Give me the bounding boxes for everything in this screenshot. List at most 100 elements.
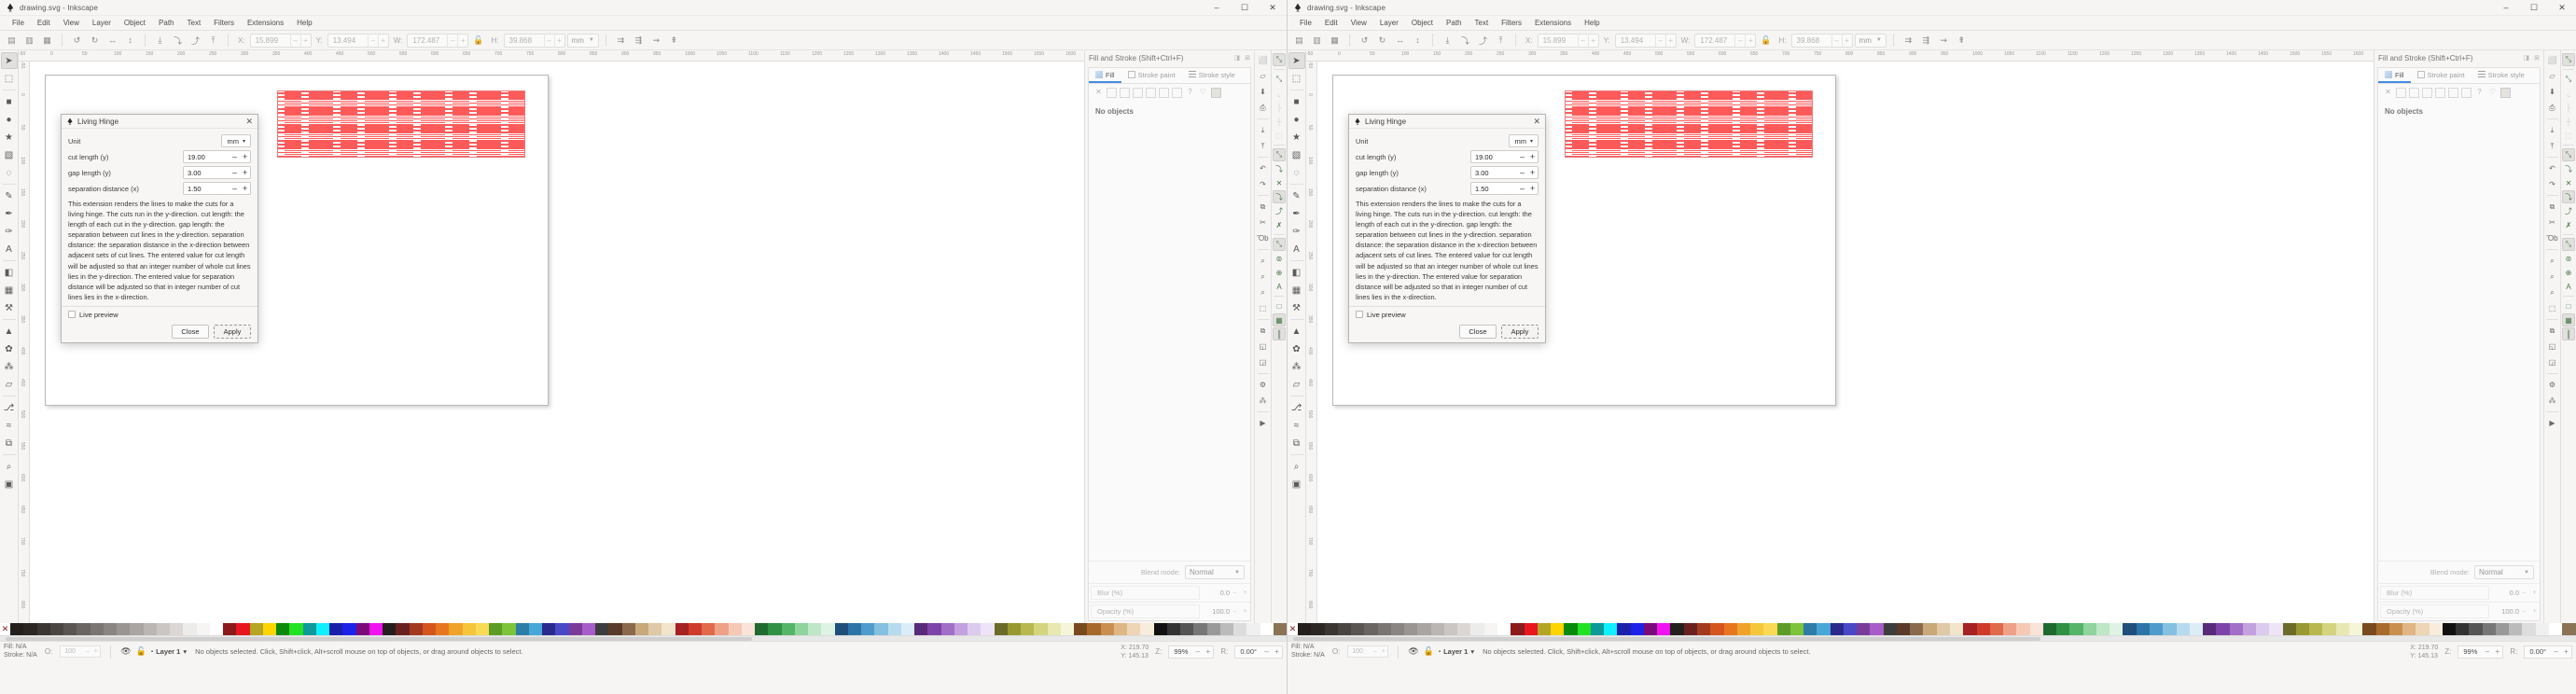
palette-swatch[interactable] [209, 623, 223, 635]
maximize-button[interactable]: ☐ [1231, 0, 1259, 16]
open-document-icon[interactable]: ▱ [2545, 69, 2559, 83]
palette-swatch[interactable] [1511, 623, 1525, 635]
menu-extensions[interactable]: Extensions [241, 16, 290, 31]
palette-swatch[interactable] [502, 623, 516, 635]
save-document-icon[interactable]: ⬇ [2545, 85, 2559, 99]
palette-swatch[interactable] [1443, 623, 1458, 635]
palette-swatch[interactable] [2189, 623, 2204, 635]
h-spinner[interactable]: 39.868 – + [503, 33, 565, 48]
gap-length-input[interactable]: 3.00 – + [1470, 166, 1539, 179]
swatch-icon[interactable] [2448, 88, 2458, 98]
raise-icon[interactable]: ⤴ [188, 33, 203, 49]
blend-mode-combo[interactable]: Normal ▼ [2474, 565, 2534, 579]
opacity-spinner[interactable]: 100 – + [60, 645, 102, 658]
pages-tool[interactable]: ▣ [1288, 476, 1305, 493]
palette-swatch[interactable] [2256, 623, 2270, 635]
menu-file[interactable]: File [1293, 16, 1318, 31]
menu-filters[interactable]: Filters [1495, 16, 1528, 31]
palette-swatch[interactable] [2216, 623, 2230, 635]
affect-stroke-width-icon[interactable]: ⇉ [1901, 33, 1916, 49]
palette-swatch[interactable] [595, 623, 609, 635]
palette-swatch[interactable] [1763, 623, 1777, 635]
snap-bbox-midpoint-icon[interactable]: ┼ [1273, 115, 1286, 128]
palette-swatch[interactable] [1219, 623, 1233, 635]
palette-swatch[interactable] [2069, 623, 2083, 635]
palette-swatch[interactable] [515, 623, 529, 635]
snap-guides-icon[interactable]: ║ [2562, 327, 2575, 340]
3dbox-tool[interactable]: ▧ [1, 146, 18, 163]
palette-swatch[interactable] [954, 623, 968, 635]
palette-swatch[interactable] [675, 623, 689, 635]
rectangle-tool[interactable]: ■ [1, 93, 18, 110]
palette-swatch[interactable] [1311, 623, 1325, 635]
palette-swatch[interactable] [1696, 623, 1711, 635]
lock-open-icon[interactable]: 🔓 [473, 35, 483, 46]
opacity-minus[interactable]: – [2519, 608, 2529, 615]
zoom-plus[interactable]: + [2492, 647, 2502, 656]
unit-combo[interactable]: mm ▼ [1854, 33, 1887, 48]
menu-layer[interactable]: Layer [86, 16, 118, 31]
palette-swatch[interactable] [1470, 623, 1484, 635]
palette-swatch[interactable] [1246, 623, 1260, 635]
menu-edit[interactable]: Edit [31, 16, 57, 31]
palette-swatch[interactable] [1989, 623, 2004, 635]
palette-swatch[interactable] [781, 623, 795, 635]
w-minus[interactable]: – [447, 34, 457, 47]
palette-swatch[interactable] [1723, 623, 1737, 635]
print-document-icon[interactable]: ⎙ [2545, 101, 2559, 115]
x-plus[interactable]: + [299, 34, 311, 47]
affect-patterns-icon[interactable]: ⇞ [1954, 33, 1970, 49]
gap-length-plus[interactable]: + [240, 168, 250, 177]
h-spinner[interactable]: 39.868 – + [1790, 33, 1853, 48]
lock-open-icon[interactable]: 🔓 [1761, 35, 1771, 46]
palette-swatch[interactable] [1830, 623, 1844, 635]
paste-icon[interactable]: Ὄb [2545, 231, 2559, 245]
palette-swatch[interactable] [1750, 623, 1764, 635]
palette-swatch[interactable] [2495, 623, 2510, 635]
fill-stroke-indicator[interactable]: Fill: N/A Stroke: N/A [4, 644, 37, 659]
vertical-ruler[interactable]: -50 0 50 100 150 200 250 300 350 400 450 500 550 600 6… [1306, 62, 1317, 623]
snap-cusp-nodes-icon[interactable]: ⤵ [1273, 190, 1286, 203]
palette-swatch[interactable] [834, 623, 848, 635]
x-minus[interactable]: – [289, 34, 300, 47]
affect-rounded-corners-icon[interactable]: ⇶ [631, 33, 647, 49]
palette-swatch[interactable] [289, 623, 303, 635]
ungroup-icon[interactable]: ◲ [2545, 355, 2559, 369]
palette-swatch[interactable] [1910, 623, 1924, 635]
paste-icon[interactable]: Ὄb [1256, 231, 1270, 245]
rotate-ccw-icon[interactable]: ↺ [69, 33, 85, 49]
palette-swatch[interactable] [276, 623, 290, 635]
menu-path[interactable]: Path [152, 16, 180, 31]
palette-none-swatch[interactable]: ✕ [1288, 623, 1298, 635]
palette-swatch[interactable] [555, 623, 569, 635]
palette-swatch[interactable] [1166, 623, 1180, 635]
palette-swatch[interactable] [2388, 623, 2403, 635]
rotation-spinner[interactable]: 0.00° – + [1234, 645, 1283, 659]
palette-swatch[interactable] [900, 623, 914, 635]
paintbucket-tool[interactable]: ▲ [1288, 323, 1305, 340]
tweak-tool[interactable]: ✿ [1288, 340, 1305, 357]
palette-swatch[interactable] [1087, 623, 1101, 635]
palette-swatch[interactable] [1537, 623, 1552, 635]
palette-swatch[interactable] [741, 623, 755, 635]
star-tool[interactable]: ★ [1288, 129, 1305, 146]
opacity-minus[interactable]: – [1371, 648, 1379, 655]
palette-swatch[interactable] [170, 623, 184, 635]
unknown-paint-icon[interactable]: ? [2474, 88, 2485, 98]
palette-swatch[interactable] [2269, 623, 2283, 635]
palette-swatch[interactable] [1923, 623, 1937, 635]
palette-swatch[interactable] [49, 623, 63, 635]
duplicate-icon[interactable]: ⧉ [2545, 324, 2559, 338]
palette-swatch[interactable] [2016, 623, 2030, 635]
redo-icon[interactable]: ↷ [2545, 177, 2559, 191]
affect-stroke-width-icon[interactable]: ⇉ [613, 33, 629, 49]
group-icon[interactable]: ◱ [2545, 340, 2559, 354]
connector-tool[interactable]: ⎇ [1, 399, 18, 416]
menu-help[interactable]: Help [1578, 16, 1606, 31]
palette-swatch[interactable] [1643, 623, 1658, 635]
close-button[interactable]: Close [1459, 324, 1497, 339]
palette-swatch[interactable] [2469, 623, 2483, 635]
palette-swatch[interactable] [2229, 623, 2243, 635]
palette-swatch[interactable] [2348, 623, 2363, 635]
palette-swatch[interactable] [2442, 623, 2457, 635]
